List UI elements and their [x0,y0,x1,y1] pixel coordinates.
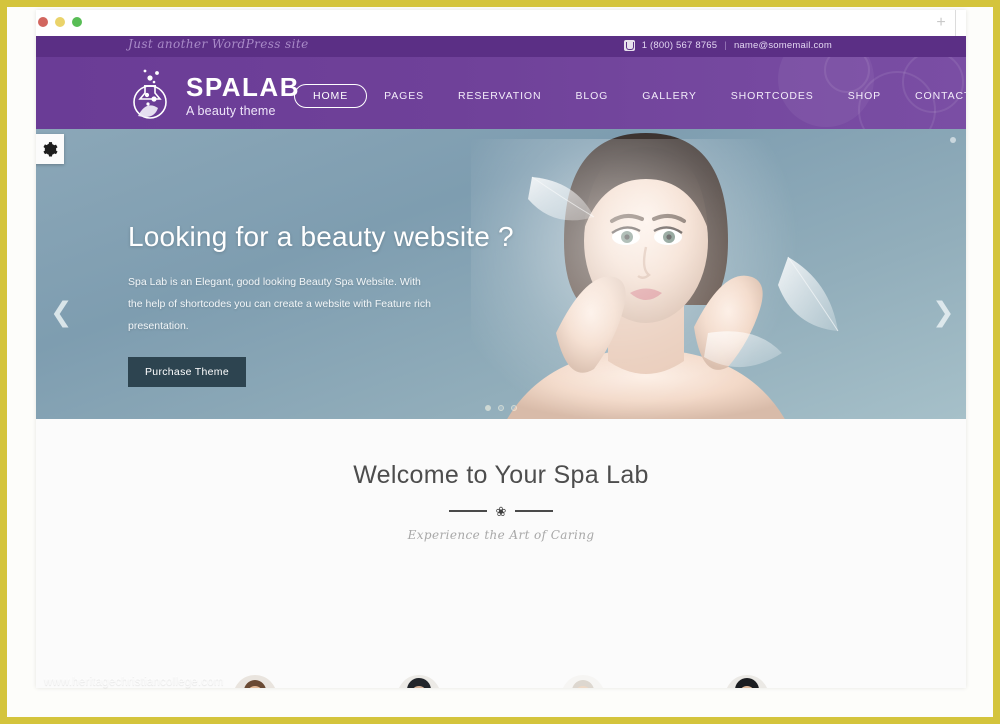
browser-window: + Just another WordPress site 1 (800) 56… [36,10,966,688]
gear-icon [42,141,58,156]
tab-divider [955,10,956,36]
hero-copy-block: Looking for a beauty website ? Spa Lab i… [128,221,514,388]
contact-separator: | [724,40,727,51]
flask-logo-icon [133,69,167,119]
slider-dot-1[interactable] [485,405,491,411]
site-viewport: Just another WordPress site 1 (800) 567 … [36,36,966,688]
site-topbar: Just another WordPress site 1 (800) 567 … [36,36,966,57]
close-window-button[interactable] [38,17,48,27]
nav-item-gallery[interactable]: GALLERY [625,83,714,109]
nav-item-shop[interactable]: SHOP [831,83,898,109]
topbar-contact-info: 1 (800) 567 8765 | name@somemail.com [623,40,832,51]
email-address[interactable]: name@somemail.com [734,40,832,51]
hero-slider: Looking for a beauty website ? Spa Lab i… [36,129,966,419]
window-controls [38,17,82,27]
hero-light-glow [471,139,801,419]
site-navbar: SPALAB A beauty theme HOME PAGES RESERVA… [36,57,966,129]
slider-next-button[interactable]: ❯ [932,299,955,329]
brand-subtitle: A beauty theme [186,104,276,118]
browser-chrome-bar: + [36,10,966,36]
nav-item-contact[interactable]: CONTACT [898,83,966,109]
welcome-subtitle: Experience the Art of Caring [407,528,595,542]
divider-line-right [515,510,554,512]
watermark-text: www.heritagechristiancollege.com [44,676,224,688]
hero-title: Looking for a beauty website ? [128,221,514,252]
avatar-image [725,675,769,688]
avatar[interactable] [725,675,769,688]
main-navigation: HOME PAGES RESERVATION BLOG GALLERY SHOR… [294,83,966,109]
avatar[interactable] [561,675,605,688]
avatar[interactable] [397,675,441,688]
site-tagline: Just another WordPress site [128,37,309,51]
avatar-image [397,675,441,688]
purchase-theme-button[interactable]: Purchase Theme [128,357,246,388]
nav-item-shortcodes[interactable]: SHORTCODES [714,83,831,109]
nav-item-pages[interactable]: PAGES [367,83,441,109]
phone-icon [623,40,635,51]
avatar-image [561,675,605,688]
phone-number[interactable]: 1 (800) 567 8765 [642,40,718,51]
slider-pagination [36,405,966,411]
divider-line-left [448,510,487,512]
minimize-window-button[interactable] [55,17,65,27]
nav-item-reservation[interactable]: RESERVATION [441,83,558,109]
theme-settings-button[interactable] [36,134,64,164]
hero-description: Spa Lab is an Elegant, good looking Beau… [128,276,431,333]
flower-divider-icon: ❀ [495,503,507,519]
slider-prev-button[interactable]: ❮ [50,299,73,329]
hero-corner-marker [950,137,956,143]
brand-name: SPALAB [186,72,300,102]
section-divider: ❀ [436,504,566,518]
site-brand[interactable]: SPALAB A beauty theme [126,64,300,122]
nav-item-home[interactable]: HOME [294,84,368,108]
brand-text-block: SPALAB A beauty theme [186,68,300,118]
slider-dot-3[interactable] [511,405,517,411]
slider-dot-2[interactable] [498,405,504,411]
avatar-image [233,675,277,688]
new-tab-button[interactable]: + [932,14,950,32]
welcome-title: Welcome to Your Spa Lab [353,461,649,489]
welcome-section: Welcome to Your Spa Lab ❀ Experience the… [36,419,966,688]
maximize-window-button[interactable] [72,17,82,27]
nav-item-blog[interactable]: BLOG [558,83,625,109]
avatar[interactable] [233,675,277,688]
